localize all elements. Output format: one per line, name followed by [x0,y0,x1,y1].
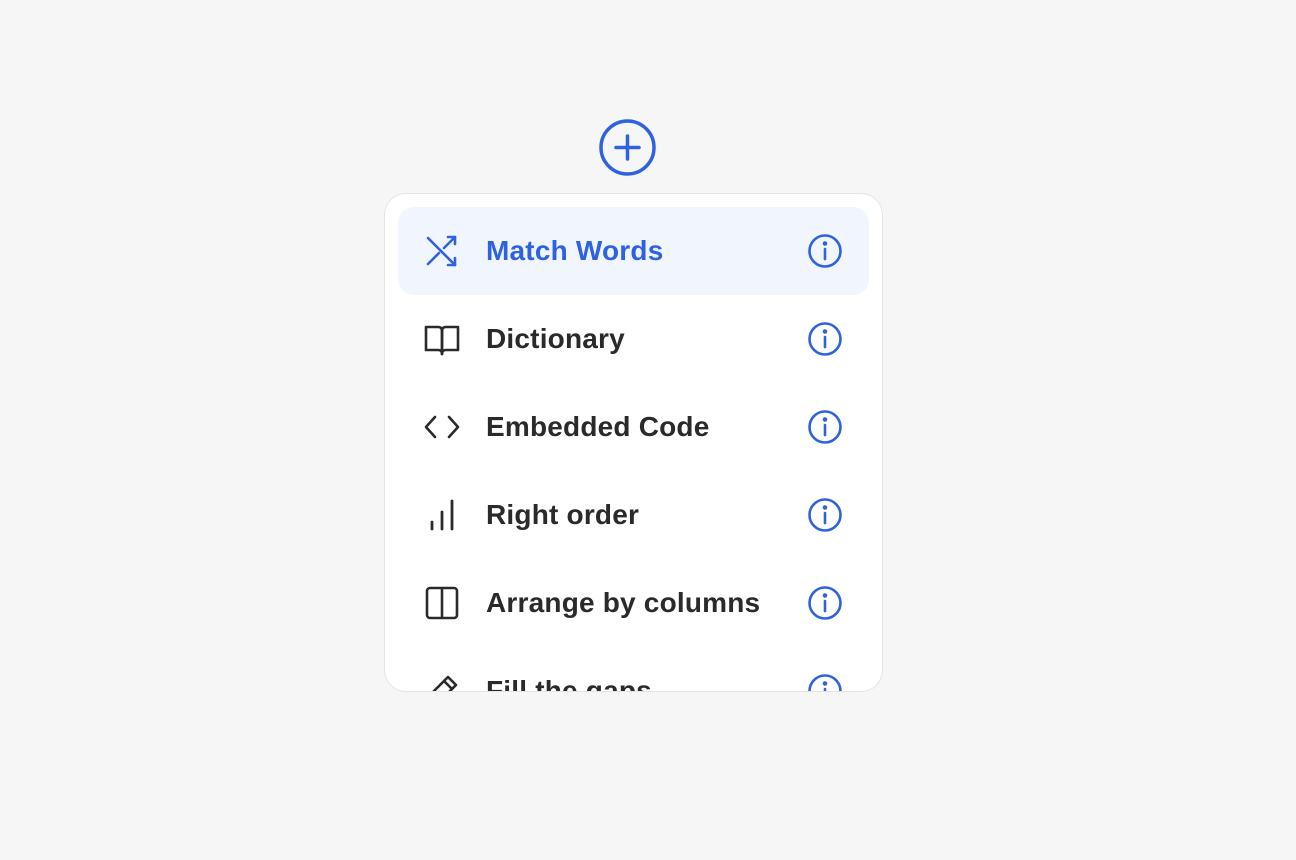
info-icon[interactable] [807,497,843,533]
insert-block-menu: Match Words Dictionary Embedded Code Rig… [384,193,883,692]
menu-list: Match Words Dictionary Embedded Code Rig… [398,207,869,692]
info-icon[interactable] [807,409,843,445]
menu-item-embedded-code[interactable]: Embedded Code [398,383,869,471]
shuffle-icon [424,233,460,269]
menu-item-dictionary[interactable]: Dictionary [398,295,869,383]
menu-item-arrange-by-columns[interactable]: Arrange by columns [398,559,869,647]
bar-chart-icon [424,497,460,533]
code-brackets-icon [424,409,460,445]
menu-item-label: Right order [486,499,640,530]
info-icon[interactable] [807,585,843,621]
menu-item-label: Fill the gaps [486,675,652,692]
add-button[interactable] [599,119,656,176]
menu-item-label: Dictionary [486,323,625,354]
book-open-icon [424,321,460,357]
menu-item-label: Match Words [486,235,664,266]
pencil-icon [424,673,460,691]
columns-icon [424,585,460,621]
menu-item-right-order[interactable]: Right order [398,471,869,559]
info-icon[interactable] [807,233,843,269]
info-icon[interactable] [807,321,843,357]
menu-item-label: Arrange by columns [486,587,761,618]
menu-item-match-words[interactable]: Match Words [398,207,869,295]
menu-item-fill-the-gaps[interactable]: Fill the gaps [398,647,869,692]
plus-circle-icon [599,119,656,176]
menu-item-label: Embedded Code [486,411,710,442]
info-icon[interactable] [807,673,843,691]
